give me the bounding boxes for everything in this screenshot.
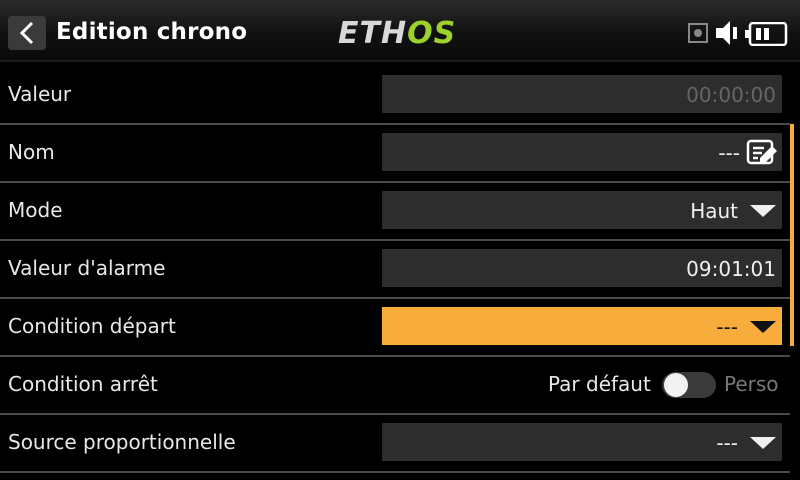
mode-value: Haut <box>690 199 738 223</box>
valeur-field: 00:00:00 <box>382 75 782 113</box>
source-value: --- <box>716 431 738 455</box>
row-label: Source proportionnelle <box>8 430 236 454</box>
condition-depart-dropdown[interactable]: --- <box>382 307 782 345</box>
nom-input[interactable]: --- <box>382 133 782 171</box>
valeur-value: 00:00:00 <box>686 83 776 107</box>
header-bar: Edition chrono ETHOS <box>0 0 800 62</box>
row-mode: Mode Haut <box>0 182 790 241</box>
chevron-down-icon <box>750 321 776 333</box>
mode-dropdown[interactable]: Haut <box>382 191 782 229</box>
record-icon <box>688 23 708 43</box>
row-condition-depart: Condition départ --- <box>0 298 790 357</box>
ethos-logo: ETHOS <box>338 16 457 51</box>
condition-depart-value: --- <box>716 315 738 339</box>
source-proportionnelle-dropdown[interactable]: --- <box>382 423 782 461</box>
condition-arret-toggle[interactable] <box>662 372 716 398</box>
row-label: Valeur d'alarme <box>8 256 166 280</box>
chevron-left-icon <box>19 21 34 45</box>
battery-icon <box>745 22 788 46</box>
page-title: Edition chrono <box>56 19 248 45</box>
alarme-time-field[interactable]: 09:01:01 <box>382 249 782 287</box>
toggle-knob <box>664 373 688 397</box>
row-source-proportionnelle: Source proportionnelle --- <box>0 414 790 473</box>
edit-icon[interactable] <box>746 139 778 165</box>
row-label: Condition arrêt <box>8 372 158 396</box>
toggle-on-label: Perso <box>724 372 779 396</box>
row-condition-arret: Condition arrêt Par défaut Perso <box>0 356 790 415</box>
chevron-down-icon <box>750 437 776 449</box>
nom-value: --- <box>718 141 740 165</box>
toggle-off-label: Par défaut <box>548 372 651 396</box>
alarme-value: 09:01:01 <box>686 257 776 281</box>
chevron-down-icon <box>750 205 776 217</box>
row-label: Mode <box>8 198 63 222</box>
row-valeur-alarme: Valeur d'alarme 09:01:01 <box>0 240 790 299</box>
scrollbar[interactable] <box>790 124 794 346</box>
back-button[interactable] <box>8 16 46 50</box>
row-label: Valeur <box>8 82 72 106</box>
row-valeur: Valeur 00:00:00 <box>0 66 790 125</box>
row-label: Condition départ <box>8 314 176 338</box>
row-nom: Nom --- <box>0 124 790 183</box>
row-label: Nom <box>8 140 55 164</box>
speaker-icon <box>716 21 737 45</box>
